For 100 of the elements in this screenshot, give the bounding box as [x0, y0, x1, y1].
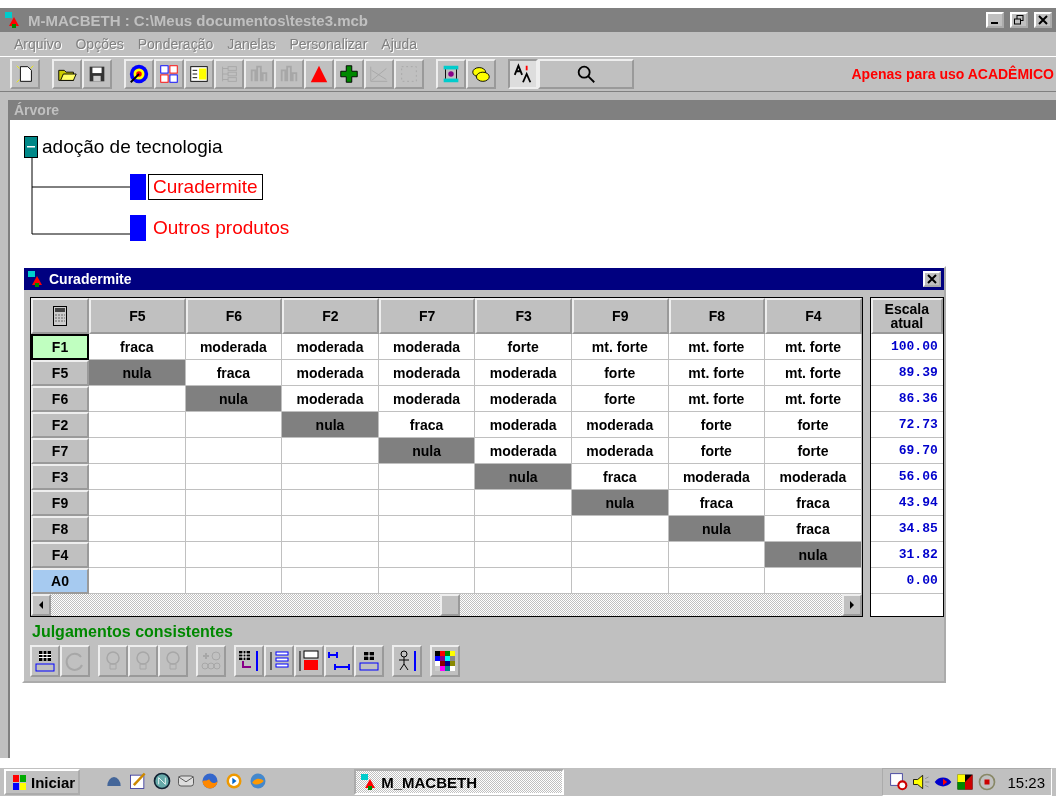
- judgement-cell[interactable]: mt. forte: [571, 334, 669, 360]
- row-header[interactable]: F7: [31, 438, 89, 464]
- judgement-cell[interactable]: mt. forte: [668, 386, 766, 412]
- row-header[interactable]: F6: [31, 386, 89, 412]
- taskbar-button[interactable]: M_MACBETH: [354, 769, 565, 795]
- empty-cell[interactable]: [185, 516, 283, 542]
- judgement-cell[interactable]: mt. forte: [668, 360, 766, 386]
- empty-cell[interactable]: [282, 542, 379, 568]
- empty-cell[interactable]: [185, 464, 283, 490]
- judgement-cell[interactable]: forte: [765, 438, 862, 464]
- tree-node-label[interactable]: Outros produtos: [148, 215, 295, 241]
- empty-cell[interactable]: [378, 490, 476, 516]
- tool-button[interactable]: [392, 645, 422, 677]
- empty-cell[interactable]: [378, 516, 476, 542]
- judgement-cell[interactable]: nula: [571, 490, 669, 516]
- column-header[interactable]: F3: [475, 298, 572, 334]
- judgement-cell[interactable]: forte: [668, 438, 766, 464]
- judgement-cell[interactable]: forte: [571, 386, 669, 412]
- judgement-cell[interactable]: fraca: [765, 490, 862, 516]
- judgement-cell[interactable]: nula: [185, 386, 283, 412]
- row-header[interactable]: F4: [31, 542, 89, 568]
- judgement-cell[interactable]: moderada: [475, 412, 572, 438]
- row-header[interactable]: F2: [31, 412, 89, 438]
- judgement-cell[interactable]: forte: [571, 360, 669, 386]
- tool-button[interactable]: [354, 645, 384, 677]
- judgement-cell[interactable]: moderada: [282, 334, 379, 360]
- judgement-cell[interactable]: moderada: [378, 386, 476, 412]
- row-header[interactable]: A0: [31, 568, 89, 594]
- judgement-cell[interactable]: moderada: [475, 386, 572, 412]
- toolbar-button[interactable]: [184, 59, 214, 89]
- restore-button[interactable]: [1010, 12, 1028, 28]
- column-header[interactable]: F4: [765, 298, 862, 334]
- empty-cell[interactable]: [185, 542, 283, 568]
- judgement-cell[interactable]: mt. forte: [765, 386, 862, 412]
- scroll-right-button[interactable]: [841, 594, 862, 616]
- toolbar-button[interactable]: [10, 59, 40, 89]
- judgement-cell[interactable]: nula: [378, 438, 476, 464]
- judgement-cell[interactable]: nula: [282, 412, 379, 438]
- column-header[interactable]: F9: [571, 298, 669, 334]
- empty-cell[interactable]: [571, 542, 669, 568]
- judgement-cell[interactable]: moderada: [668, 464, 766, 490]
- judgement-cell[interactable]: forte: [668, 412, 766, 438]
- scroll-left-button[interactable]: [31, 594, 51, 616]
- column-header[interactable]: F8: [668, 298, 766, 334]
- judgement-cell[interactable]: moderada: [765, 464, 862, 490]
- tool-button[interactable]: [264, 645, 294, 677]
- collapse-toggle[interactable]: [24, 136, 38, 158]
- empty-cell[interactable]: [185, 490, 283, 516]
- tool-button[interactable]: [324, 645, 354, 677]
- close-button[interactable]: [923, 271, 941, 287]
- column-header[interactable]: F7: [378, 298, 476, 334]
- calculator-button[interactable]: [31, 298, 89, 334]
- empty-cell[interactable]: [282, 490, 379, 516]
- judgement-cell[interactable]: nula: [475, 464, 572, 490]
- scroll-thumb[interactable]: [440, 594, 460, 616]
- toolbar-button[interactable]: [124, 59, 154, 89]
- judgement-cell[interactable]: mt. forte: [765, 360, 862, 386]
- row-header[interactable]: F3: [31, 464, 89, 490]
- toolbar-button[interactable]: [508, 59, 538, 89]
- empty-cell[interactable]: [282, 464, 379, 490]
- column-header[interactable]: F6: [185, 298, 283, 334]
- judgement-cell[interactable]: moderada: [282, 360, 379, 386]
- empty-cell[interactable]: [282, 516, 379, 542]
- empty-cell[interactable]: [378, 542, 476, 568]
- judgement-cell[interactable]: nula: [668, 516, 766, 542]
- judgement-cell[interactable]: moderada: [185, 334, 283, 360]
- empty-cell[interactable]: [475, 516, 572, 542]
- column-header[interactable]: F2: [282, 298, 379, 334]
- row-header[interactable]: F9: [31, 490, 89, 516]
- row-header[interactable]: F5: [31, 360, 89, 386]
- empty-cell[interactable]: [475, 542, 572, 568]
- judgement-cell[interactable]: moderada: [378, 360, 476, 386]
- tree-node-label[interactable]: Curadermite: [148, 174, 263, 200]
- close-button[interactable]: [1034, 12, 1052, 28]
- tool-button[interactable]: [294, 645, 324, 677]
- toolbar-button[interactable]: [52, 59, 82, 89]
- tool-button[interactable]: [430, 645, 460, 677]
- judgement-cell[interactable]: moderada: [475, 360, 572, 386]
- toolbar-button[interactable]: [334, 59, 364, 89]
- horizontal-scrollbar[interactable]: [31, 594, 862, 616]
- tree-node-label[interactable]: adoção de tecnologia: [40, 136, 225, 158]
- toolbar-button[interactable]: [436, 59, 466, 89]
- row-header[interactable]: F8: [31, 516, 89, 542]
- judgement-cell[interactable]: forte: [765, 412, 862, 438]
- row-header[interactable]: F1: [31, 334, 89, 360]
- judgement-cell[interactable]: mt. forte: [765, 334, 862, 360]
- empty-cell[interactable]: [185, 438, 283, 464]
- judgement-cell[interactable]: forte: [475, 334, 572, 360]
- judgement-cell[interactable]: moderada: [571, 438, 669, 464]
- start-button[interactable]: Iniciar: [4, 769, 81, 795]
- minimize-button[interactable]: [986, 12, 1004, 28]
- toolbar-button[interactable]: [82, 59, 112, 89]
- judgement-cell[interactable]: moderada: [571, 412, 669, 438]
- judgement-cell[interactable]: mt. forte: [668, 334, 766, 360]
- toolbar-button[interactable]: [154, 59, 184, 89]
- tool-button[interactable]: [234, 645, 264, 677]
- column-header[interactable]: F5: [89, 298, 186, 334]
- judgement-cell[interactable]: moderada: [378, 334, 476, 360]
- judgement-cell[interactable]: nula: [89, 360, 186, 386]
- tool-button[interactable]: [30, 645, 60, 677]
